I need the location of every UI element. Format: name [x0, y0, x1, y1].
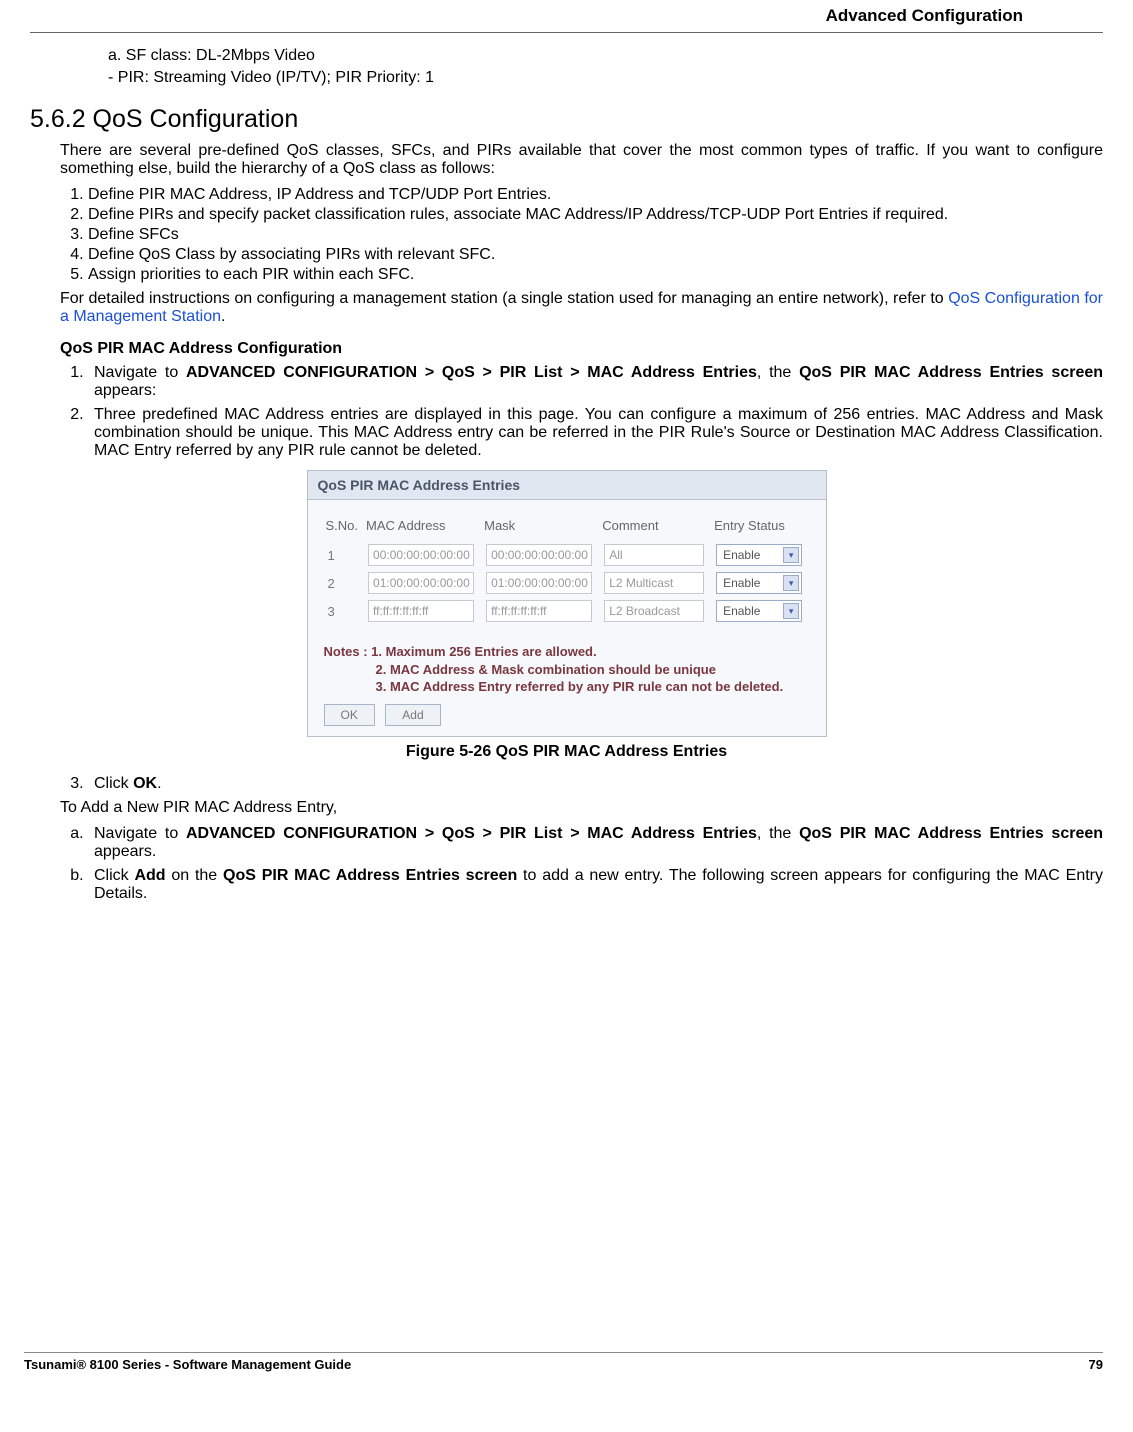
- mac-address-input[interactable]: 01:00:00:00:00:00: [368, 572, 474, 594]
- page-header-title: Advanced Configuration: [30, 0, 1103, 32]
- add-flow-intro: To Add a New PIR MAC Address Entry,: [60, 799, 1103, 817]
- cell-sno: 1: [324, 541, 365, 569]
- list-item: Define PIR MAC Address, IP Address and T…: [88, 186, 1103, 204]
- mac-address-input[interactable]: ff:ff:ff:ff:ff:ff: [368, 600, 474, 622]
- list-item-pir: - PIR: Streaming Video (IP/TV); PIR Prio…: [108, 69, 1103, 87]
- text-run: Navigate to: [94, 825, 186, 842]
- add-label: Add: [134, 867, 165, 884]
- list-item-a: a. SF class: DL-2Mbps Video: [108, 47, 1103, 65]
- subsection-title: QoS PIR MAC Address Configuration: [60, 340, 1103, 358]
- note-line: Notes : 1. Maximum 256 Entries are allow…: [324, 643, 810, 661]
- screen-name: QoS PIR MAC Address Entries screen: [223, 867, 517, 884]
- list-item: Navigate to ADVANCED CONFIGURATION > QoS…: [88, 364, 1103, 400]
- entry-status-select[interactable]: Enable ▾: [716, 544, 802, 566]
- notes-block: Notes : 1. Maximum 256 Entries are allow…: [324, 643, 810, 696]
- col-sno: S.No.: [324, 514, 365, 541]
- screenshot-panel: QoS PIR MAC Address Entries S.No. MAC Ad…: [307, 470, 827, 737]
- section-heading-562: 5.6.2 QoS Configuration: [30, 105, 1103, 134]
- text-run: .: [221, 308, 225, 325]
- qos-steps-list: Define PIR MAC Address, IP Address and T…: [88, 186, 1103, 284]
- comment-input[interactable]: L2 Broadcast: [604, 600, 704, 622]
- select-value: Enable: [723, 576, 760, 590]
- col-mask: Mask: [482, 514, 600, 541]
- divider: [30, 32, 1103, 33]
- section-detail-para: For detailed instructions on configuring…: [60, 290, 1103, 326]
- text-run: Click: [94, 867, 134, 884]
- screen-name: QoS PIR MAC Address Entries screen: [799, 825, 1103, 842]
- page-footer: Tsunami® 8100 Series - Software Manageme…: [24, 1352, 1103, 1372]
- text-run: Navigate to: [94, 364, 186, 381]
- col-mac: MAC Address: [364, 514, 482, 541]
- list-item: Define SFCs: [88, 226, 1103, 244]
- list-item: Define QoS Class by associating PIRs wit…: [88, 246, 1103, 264]
- list-item: Click OK.: [88, 775, 1103, 793]
- text-run: Click: [94, 775, 133, 792]
- comment-input[interactable]: All: [604, 544, 704, 566]
- list-item: Assign priorities to each PIR within eac…: [88, 266, 1103, 284]
- col-status: Entry Status: [712, 514, 809, 541]
- text-run: appears.: [94, 843, 156, 860]
- entry-status-select[interactable]: Enable ▾: [716, 600, 802, 622]
- list-item: Navigate to ADVANCED CONFIGURATION > QoS…: [88, 825, 1103, 861]
- mask-input[interactable]: 00:00:00:00:00:00: [486, 544, 592, 566]
- breadcrumb: ADVANCED CONFIGURATION > QoS > PIR List …: [186, 364, 757, 381]
- panel-title: QoS PIR MAC Address Entries: [308, 471, 826, 500]
- add-button[interactable]: Add: [385, 704, 440, 726]
- cell-sno: 2: [324, 569, 365, 597]
- text-run: For detailed instructions on configuring…: [60, 290, 948, 307]
- list-item: Define PIRs and specify packet classific…: [88, 206, 1103, 224]
- list-item: Three predefined MAC Address entries are…: [88, 406, 1103, 460]
- ok-label: OK: [133, 775, 157, 792]
- section-intro-para: There are several pre-defined QoS classe…: [60, 142, 1103, 178]
- text-run: on the: [166, 867, 223, 884]
- text-run: appears:: [94, 382, 156, 399]
- list-item: Click Add on the QoS PIR MAC Address Ent…: [88, 867, 1103, 903]
- breadcrumb: ADVANCED CONFIGURATION > QoS > PIR List …: [186, 825, 757, 842]
- table-row: 2 01:00:00:00:00:00 01:00:00:00:00:00 L2…: [324, 569, 810, 597]
- mac-address-table: S.No. MAC Address Mask Comment Entry Sta…: [324, 514, 810, 625]
- col-comment: Comment: [600, 514, 712, 541]
- chevron-down-icon: ▾: [783, 575, 799, 591]
- select-value: Enable: [723, 548, 760, 562]
- mask-input[interactable]: 01:00:00:00:00:00: [486, 572, 592, 594]
- table-row: 3 ff:ff:ff:ff:ff:ff ff:ff:ff:ff:ff:ff L2…: [324, 597, 810, 625]
- entry-status-select[interactable]: Enable ▾: [716, 572, 802, 594]
- text-run: .: [157, 775, 161, 792]
- footer-doc-title: Tsunami® 8100 Series - Software Manageme…: [24, 1357, 351, 1372]
- note-line: 2. MAC Address & Mask combination should…: [324, 661, 810, 679]
- table-row: 1 00:00:00:00:00:00 00:00:00:00:00:00 Al…: [324, 541, 810, 569]
- screen-name: QoS PIR MAC Address Entries screen: [799, 364, 1103, 381]
- add-flow-steps: Navigate to ADVANCED CONFIGURATION > QoS…: [88, 825, 1103, 903]
- text-run: , the: [757, 364, 799, 381]
- chevron-down-icon: ▾: [783, 547, 799, 563]
- mac-config-steps: Navigate to ADVANCED CONFIGURATION > QoS…: [88, 364, 1103, 460]
- figure-caption: Figure 5-26 QoS PIR MAC Address Entries: [30, 743, 1103, 761]
- chevron-down-icon: ▾: [783, 603, 799, 619]
- select-value: Enable: [723, 604, 760, 618]
- comment-input[interactable]: L2 Multicast: [604, 572, 704, 594]
- mac-address-input[interactable]: 00:00:00:00:00:00: [368, 544, 474, 566]
- footer-page-number: 79: [1089, 1357, 1103, 1372]
- mask-input[interactable]: ff:ff:ff:ff:ff:ff: [486, 600, 592, 622]
- cell-sno: 3: [324, 597, 365, 625]
- ok-button[interactable]: OK: [324, 704, 375, 726]
- text-run: , the: [757, 825, 799, 842]
- note-line: 3. MAC Address Entry referred by any PIR…: [324, 678, 810, 696]
- mac-config-steps-cont: Click OK.: [88, 775, 1103, 793]
